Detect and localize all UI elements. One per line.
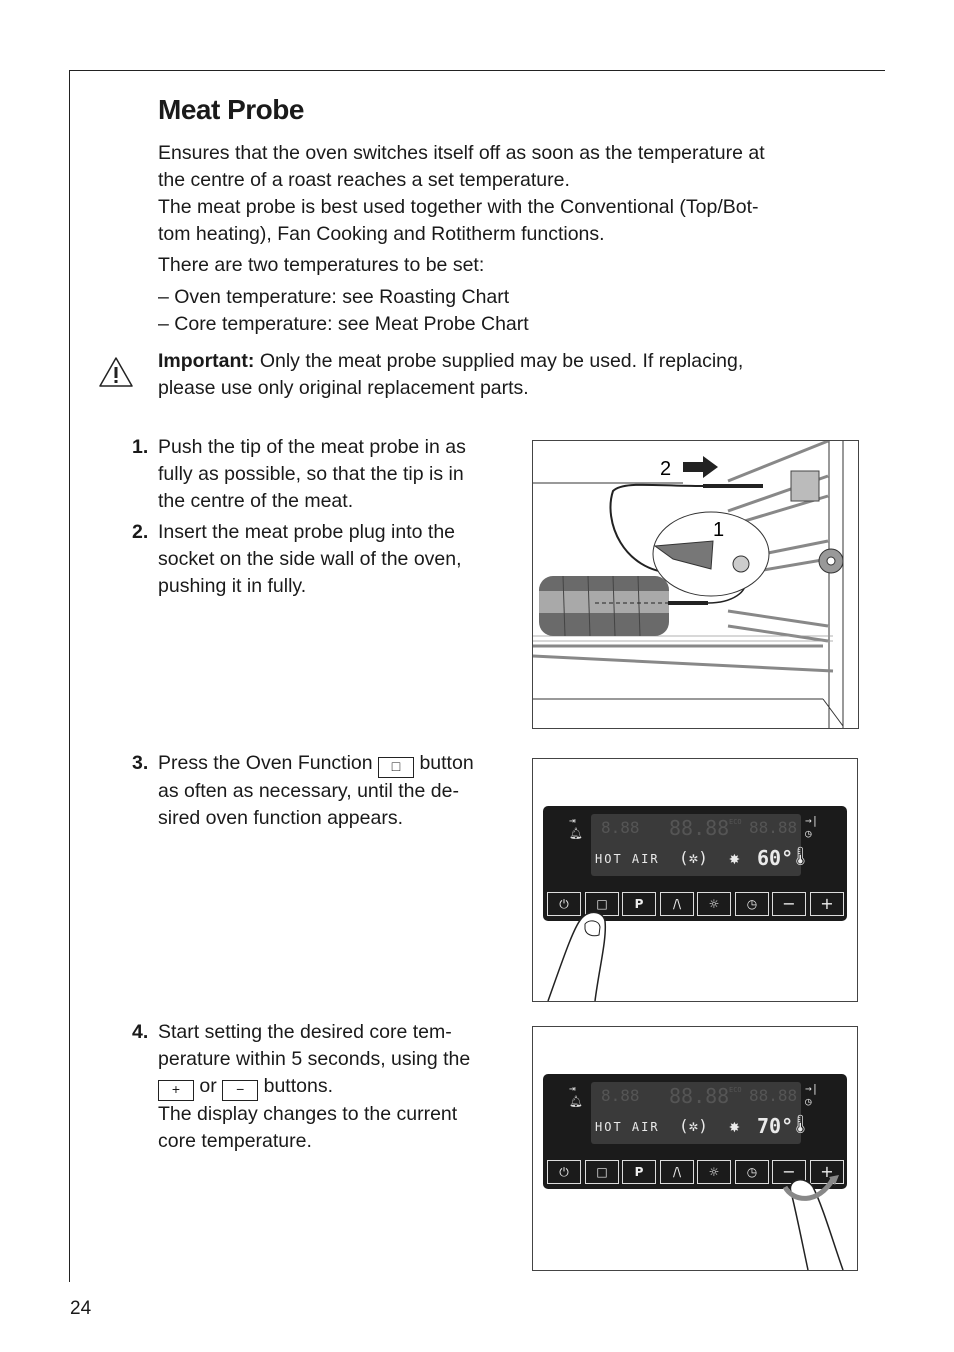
warning-triangle-icon	[99, 357, 133, 387]
intro-line: There are two temperatures to be set:	[158, 254, 485, 276]
oven-function-key-icon: □	[378, 757, 415, 778]
intro-line: The meat probe is best used together wit…	[158, 196, 759, 218]
step-3: 3. Press the Oven Function □ button as o…	[132, 752, 474, 829]
oven-interior-illustration: 1 2	[532, 439, 859, 729]
finger-swipe-icon	[782, 1175, 844, 1270]
control-panel-illustration-function: ⇥ 🔔︎ →| ◷ 8.88 88.88 ECO 88.88 HOT AIR (✲)…	[532, 758, 858, 1002]
plus-key-icon: +	[158, 1080, 194, 1101]
warning-text: please use only original replacement par…	[158, 377, 529, 399]
label-step-1: 1	[713, 519, 724, 541]
bullet-core-temp: – Core temperature: see Meat Probe Chart	[158, 313, 529, 335]
step-2: 2. Insert the meat probe plug into the s…	[132, 521, 462, 597]
control-panel-illustration-core-temp: ⇥ 🔔︎ →| ◷ 8.88 88.88 ECO 88.88 HOT AIR (✲)…	[532, 1026, 858, 1271]
intro-line: the centre of a roast reaches a set temp…	[158, 169, 570, 191]
warning-text: Important: Only the meat probe supplied …	[158, 350, 744, 372]
minus-key-icon: −	[222, 1080, 259, 1101]
finger-pressing-icon	[547, 911, 607, 1001]
top-rule	[69, 70, 885, 71]
intro-line: Ensures that the oven switches itself of…	[158, 142, 765, 164]
label-step-2: 2	[660, 458, 671, 480]
page-title: Meat Probe	[158, 94, 304, 125]
bullet-oven-temp: – Oven temperature: see Roasting Chart	[158, 286, 510, 308]
left-rule	[69, 70, 70, 1282]
warning-label: Important:	[158, 350, 255, 372]
step-4: 4. Start setting the desired core tem- p…	[132, 1021, 471, 1152]
step-1: 1. Push the tip of the meat probe in as …	[132, 436, 466, 512]
arrow-right-icon	[683, 456, 718, 478]
intro-line: tom heating), Fan Cooking and Rotitherm …	[158, 223, 605, 245]
page-number: 24	[70, 1298, 92, 1319]
